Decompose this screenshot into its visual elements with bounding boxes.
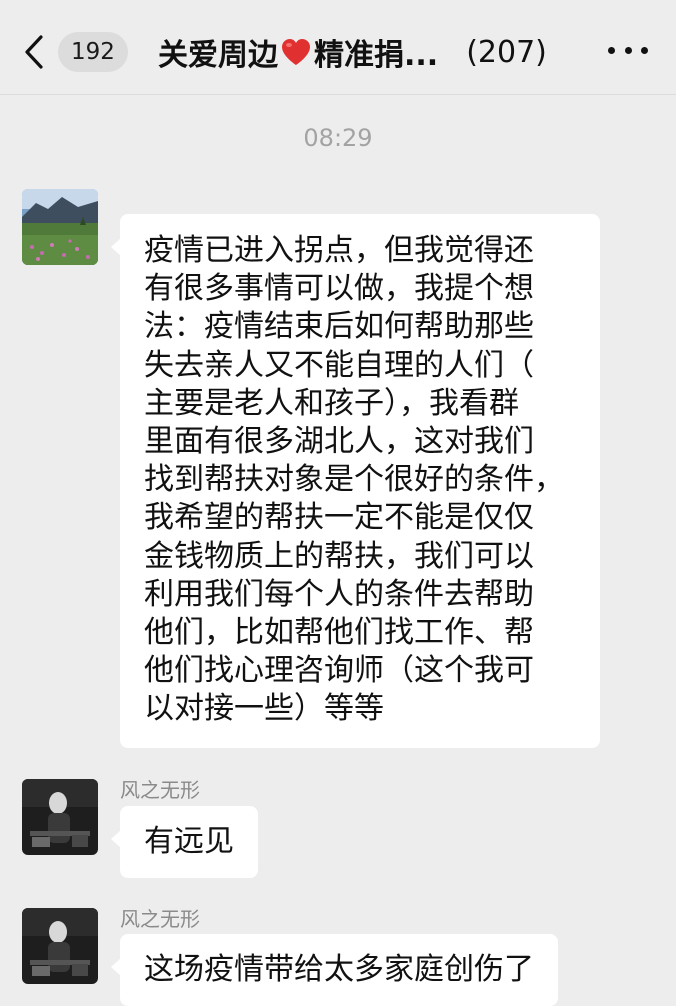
sender-name: 风之无形 (120, 907, 200, 931)
message-line: 找到帮扶对象是个很好的条件， (144, 462, 564, 498)
landscape-avatar[interactable] (22, 189, 98, 265)
message-line: 有很多事情可以做，我提个想 (144, 271, 534, 307)
message-line: 他们，比如帮他们找工作、帮 (144, 615, 534, 651)
message-bubble[interactable]: 有远见 (111, 806, 258, 878)
dark-portrait-avatar-image (22, 908, 98, 984)
dark-portrait-avatar[interactable] (22, 779, 98, 855)
dot-icon (624, 46, 632, 54)
message-line: 里面有很多湖北人，这对我们 (144, 424, 534, 460)
message-line: 法：疫情结束后如何帮助那些 (144, 309, 534, 345)
message-line: 失去亲人又不能自理的人们（ (144, 347, 534, 383)
message-text: 这场疫情带给太多家庭创伤了 (144, 952, 534, 987)
message-line: 金钱物质上的帮扶，我们可以 (144, 538, 534, 574)
message-line: 主要是老人和孩子），我看群 (144, 385, 519, 421)
chat-title-text: 关爱周边 (158, 38, 278, 73)
more-options-button[interactable] (608, 38, 648, 62)
message-text: 有远见 (144, 824, 234, 859)
dot-icon (608, 46, 615, 54)
chat-header: 192 关爱周边 精准捐... (207) (0, 0, 676, 95)
dot-icon (641, 46, 648, 54)
message-line: 我希望的帮扶一定不能是仅仅 (144, 500, 534, 536)
unread-count-badge: 192 (58, 32, 128, 72)
message-bubble[interactable]: 疫情已进入拐点，但我觉得还 有很多事情可以做，我提个想 法：疫情结束后如何帮助那… (111, 214, 600, 748)
landscape-avatar-image (22, 189, 98, 265)
chat-title-suffix: 精准捐... (314, 38, 439, 73)
chat-title: 关爱周边 精准捐... (207) (158, 28, 547, 76)
message-line: 利用我们每个人的条件去帮助 (144, 576, 534, 612)
message-bubble[interactable]: 这场疫情带给太多家庭创伤了 (111, 934, 558, 1006)
sender-name: 风之无形 (120, 778, 200, 802)
dark-portrait-avatar-image (22, 779, 98, 855)
member-count: (207) (466, 34, 547, 70)
chevron-left-icon (25, 35, 43, 69)
message-line: 以对接一些）等等 (144, 691, 384, 727)
message-line: 他们找心理咨询师（这个我可 (144, 653, 534, 689)
back-button[interactable]: 192 (24, 26, 142, 78)
dark-portrait-avatar[interactable] (22, 908, 98, 984)
message-timestamp: 08:29 (303, 124, 373, 152)
message-line: 疫情已进入拐点，但我觉得还 (144, 233, 534, 268)
heart-icon (282, 39, 310, 65)
